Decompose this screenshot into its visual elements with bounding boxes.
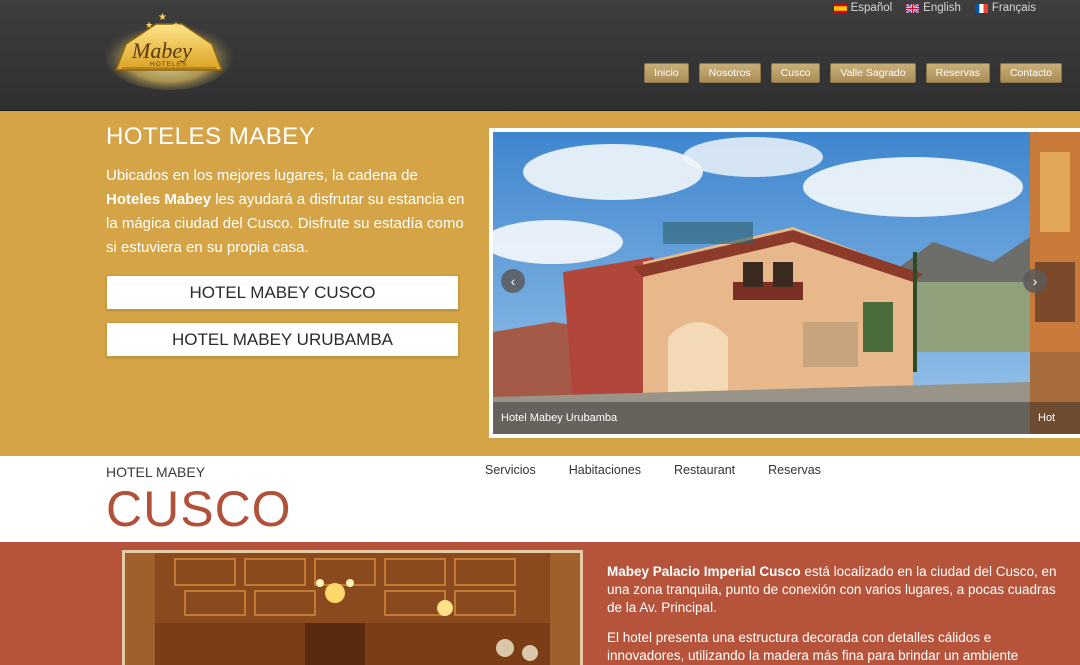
- france-flag-icon: [974, 3, 988, 13]
- language-switcher: Español English Français: [833, 2, 1036, 14]
- hotel-subnav: Servicios Habitaciones Restaurant Reserv…: [485, 463, 821, 477]
- lang-espanol-label: Español: [850, 2, 893, 14]
- spain-flag-icon: [833, 3, 847, 13]
- subnav-servicios[interactable]: Servicios: [485, 463, 536, 477]
- svg-text:★: ★: [145, 21, 153, 31]
- hotel-name-bold: Mabey Palacio Imperial Cusco: [607, 564, 801, 579]
- section-big-title: CUSCO: [106, 481, 292, 537]
- mabey-logo[interactable]: ★ ★ ★ Mabey HOTELES: [104, 8, 234, 90]
- main-nav: Inicio Nosotros Cusco Valle Sagrado Rese…: [644, 63, 1062, 83]
- slide-caption: Hotel Mabey Urubamba: [493, 402, 1030, 434]
- subnav-restaurant[interactable]: Restaurant: [674, 463, 735, 477]
- interior-image: [125, 553, 580, 665]
- logo-subtext: HOTELES: [150, 61, 187, 68]
- logo-text: Mabey: [131, 38, 192, 63]
- svg-text:★: ★: [158, 12, 167, 23]
- hero-intro-bold: Hoteles Mabey: [106, 191, 212, 208]
- site-header: ★ ★ ★ Mabey HOTELES Español English Fran…: [0, 0, 1080, 111]
- svg-text:★: ★: [172, 21, 180, 31]
- hotel-interior-photo: [122, 550, 583, 665]
- slide-hotel-urubamba[interactable]: Hotel Mabey Urubamba: [493, 132, 1030, 434]
- hero-section: HOTELES MABEY Ubicados en los mejores lu…: [0, 111, 1080, 456]
- hero-title: HOTELES MABEY: [106, 123, 316, 150]
- nav-nosotros[interactable]: Nosotros: [698, 63, 761, 83]
- hotel-mabey-cusco-button[interactable]: HOTEL MABEY CUSCO: [106, 275, 459, 310]
- uk-flag-icon: [906, 3, 920, 13]
- description-paragraph-1: Mabey Palacio Imperial Cusco está locali…: [607, 563, 1057, 617]
- subnav-habitaciones[interactable]: Habitaciones: [569, 463, 641, 477]
- description-paragraph-2: El hotel presenta una estructura decorad…: [607, 630, 1019, 663]
- hero-intro-before: Ubicados en los mejores lugares, la cade…: [106, 167, 418, 184]
- nav-valle-sagrado[interactable]: Valle Sagrado: [830, 63, 916, 83]
- section-small-title: HOTEL MABEY: [106, 464, 206, 480]
- chevron-right-icon[interactable]: ›: [1023, 269, 1047, 293]
- next-slide-caption: Hot: [1030, 402, 1080, 434]
- nav-inicio[interactable]: Inicio: [644, 63, 689, 83]
- subnav-reservas[interactable]: Reservas: [768, 463, 821, 477]
- lang-espanol[interactable]: Español: [833, 2, 893, 14]
- lang-francais[interactable]: Français: [974, 2, 1036, 14]
- nav-contacto[interactable]: Contacto: [999, 63, 1062, 83]
- hotel-content-section: Mabey Palacio Imperial Cusco está locali…: [0, 542, 1080, 665]
- hero-intro: Ubicados en los mejores lugares, la cade…: [106, 164, 468, 260]
- hotel-urubamba-photo: [493, 132, 1030, 434]
- hotel-mabey-urubamba-button[interactable]: HOTEL MABEY URUBAMBA: [106, 322, 459, 357]
- chevron-left-icon[interactable]: ‹: [501, 269, 525, 293]
- nav-cusco[interactable]: Cusco: [770, 63, 821, 83]
- lang-english-label: English: [923, 2, 961, 14]
- image-slider: Hotel Mabey Urubamba Hot ‹ ›: [489, 128, 1080, 438]
- nav-reservas[interactable]: Reservas: [925, 63, 990, 83]
- hotel-description: Mabey Palacio Imperial Cusco está locali…: [607, 563, 1057, 665]
- lang-english[interactable]: English: [906, 2, 961, 14]
- hotel-title-section: HOTEL MABEY CUSCO Servicios Habitaciones…: [0, 456, 1080, 542]
- lang-francais-label: Français: [991, 2, 1036, 14]
